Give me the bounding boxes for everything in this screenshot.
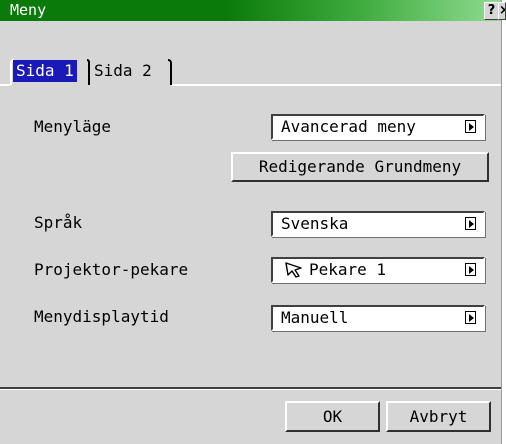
title-bar[interactable]: Meny ? × [0,0,506,21]
pointer-value: Pekare 1 [309,260,387,279]
menu-mode-select[interactable]: Avancerad meny [271,114,485,140]
language-label: Språk [34,213,83,232]
ok-button[interactable]: OK [285,401,380,432]
footer-divider [0,389,501,390]
arrow-right-icon [465,311,476,324]
cancel-button[interactable]: Avbryt [386,401,491,432]
arrow-right-icon [465,217,476,230]
pointer-select[interactable]: Pekare 1 [271,257,485,283]
arrow-right-icon [465,120,476,133]
menu-mode-label: Menyläge [34,117,112,136]
edit-basic-menu-button[interactable]: Redigerande Grundmeny [231,152,489,182]
tab-sida-2[interactable]: Sida 2 [90,57,172,85]
tab-label: Sida 2 [94,61,152,80]
help-button[interactable]: ? [484,2,499,20]
window-title: Meny [10,1,47,19]
tab-divider [172,84,501,86]
tab-sida-1[interactable]: Sida 1 [10,57,90,85]
tab-divider [0,84,10,86]
tab-edge [168,59,172,85]
pointer-label: Projektor-pekare [34,260,189,279]
menu-window: Meny ? × Sida 1 Sida 2 Menyläge Avancera… [0,0,506,444]
pointer-arrow-icon [285,262,302,278]
close-button[interactable]: × [498,2,506,20]
language-value: Svenska [281,214,349,233]
arrow-right-icon [465,263,476,276]
menu-mode-value: Avancerad meny [281,117,416,136]
display-time-select[interactable]: Manuell [271,305,485,331]
display-time-value: Manuell [281,308,349,327]
language-select[interactable]: Svenska [271,211,485,237]
display-time-label: Menydisplaytid [34,307,169,326]
tab-label: Sida 1 [13,60,77,82]
